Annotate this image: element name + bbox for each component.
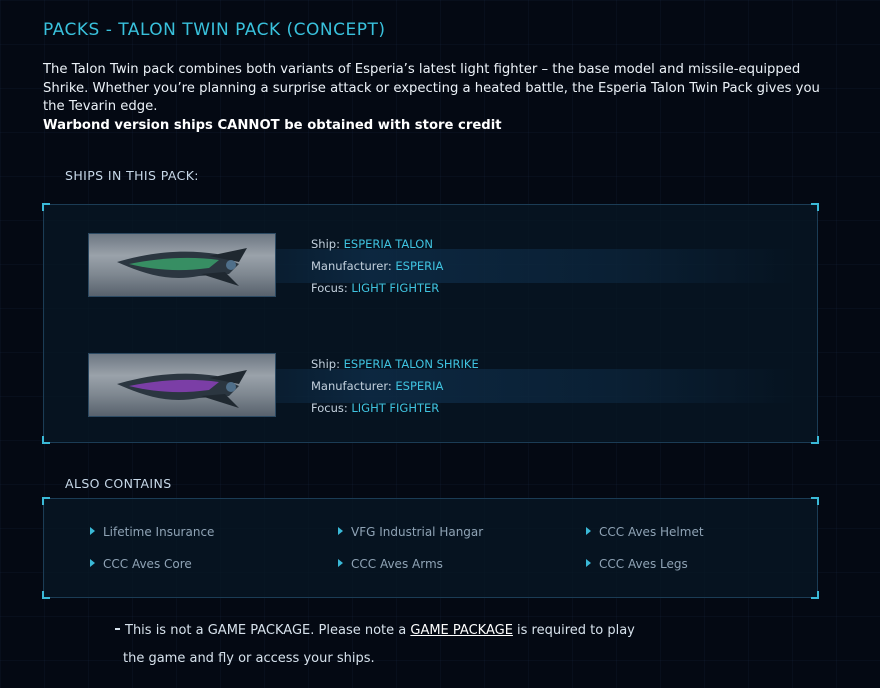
ship-entry[interactable]: Ship: ESPERIA TALON SHRIKE Manufacturer:…: [44, 353, 817, 417]
notice-line-2: the game and fly or access your ships.: [123, 651, 375, 666]
contains-item: CCC Aves Helmet: [586, 525, 704, 539]
triangle-bullet-icon: [586, 559, 591, 567]
ship-manufacturer[interactable]: ESPERIA: [395, 259, 443, 273]
page-title: PACKS - TALON TWIN PACK (CONCEPT): [43, 20, 386, 40]
contains-item: Lifetime Insurance: [90, 525, 214, 539]
ships-panel: Ship: ESPERIA TALON Manufacturer: ESPERI…: [42, 203, 819, 444]
ship-focus: LIGHT FIGHTER: [351, 401, 440, 415]
ship-manufacturer-row: Manufacturer: ESPERIA: [311, 379, 444, 393]
ship-entry[interactable]: Ship: ESPERIA TALON Manufacturer: ESPERI…: [44, 233, 817, 297]
ship-focus-row: Focus: LIGHT FIGHTER: [311, 281, 440, 295]
triangle-bullet-icon: [338, 527, 343, 535]
store-credit-warning: Warbond version ships CANNOT be obtained…: [43, 117, 502, 133]
contains-item: CCC Aves Core: [90, 557, 192, 571]
contains-item: CCC Aves Arms: [338, 557, 443, 571]
ships-section-heading: SHIPS IN THIS PACK:: [65, 168, 199, 183]
ship-focus: LIGHT FIGHTER: [351, 281, 440, 295]
dash-icon: [115, 628, 120, 630]
description-text: The Talon Twin pack combines both varian…: [43, 62, 820, 114]
also-contains-heading: ALSO CONTAINS: [65, 476, 172, 491]
ship-name-row: Ship: ESPERIA TALON: [311, 237, 433, 251]
ship-name-row: Ship: ESPERIA TALON SHRIKE: [311, 357, 479, 371]
ship-manufacturer-row: Manufacturer: ESPERIA: [311, 259, 444, 273]
triangle-bullet-icon: [586, 527, 591, 535]
ship-image-talon-shrike[interactable]: [88, 353, 276, 417]
contains-item: CCC Aves Legs: [586, 557, 688, 571]
triangle-bullet-icon: [90, 559, 95, 567]
pack-description: The Talon Twin pack combines both varian…: [43, 61, 843, 135]
ship-image-talon[interactable]: [88, 233, 276, 297]
ship-name[interactable]: ESPERIA TALON SHRIKE: [344, 357, 479, 371]
triangle-bullet-icon: [338, 559, 343, 567]
also-contains-panel: Lifetime Insurance VFG Industrial Hangar…: [42, 497, 819, 599]
game-package-notice: This is not a GAME PACKAGE. Please note …: [115, 617, 635, 673]
ship-name[interactable]: ESPERIA TALON: [344, 237, 433, 251]
contains-item: VFG Industrial Hangar: [338, 525, 483, 539]
game-package-link[interactable]: GAME PACKAGE: [410, 623, 513, 638]
ship-focus-row: Focus: LIGHT FIGHTER: [311, 401, 440, 415]
triangle-bullet-icon: [90, 527, 95, 535]
ship-manufacturer[interactable]: ESPERIA: [395, 379, 443, 393]
